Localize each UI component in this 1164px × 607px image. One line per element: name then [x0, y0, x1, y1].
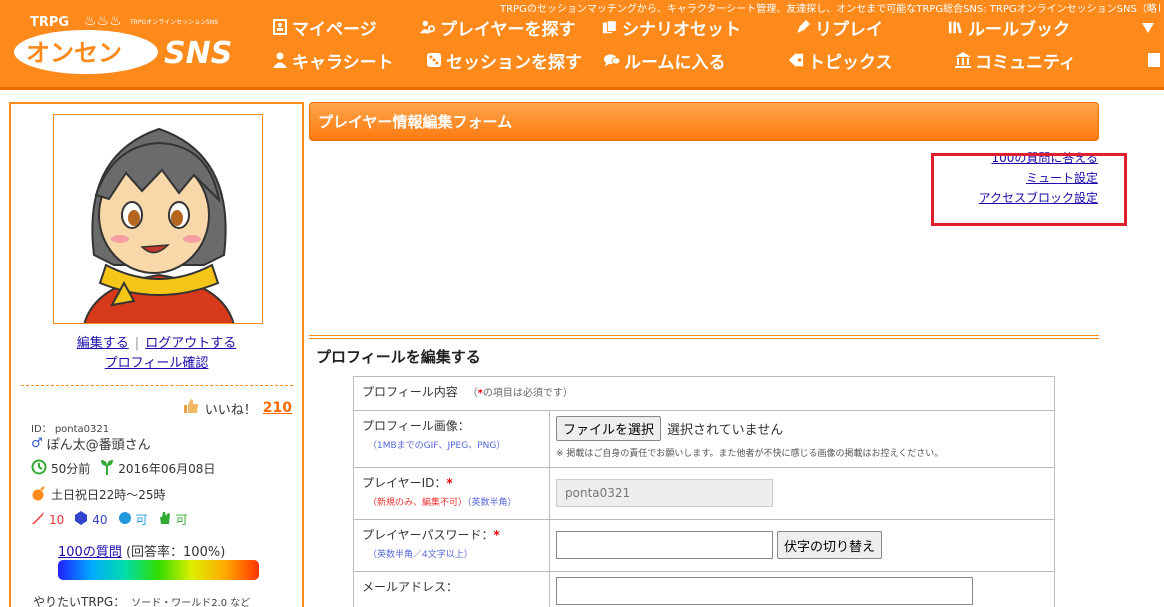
answer-rate: (回答率：100%) — [125, 545, 226, 560]
required-mark: * — [446, 476, 453, 490]
last-login: 50分前 — [51, 462, 91, 476]
join-date: 2016年06月08日 — [118, 462, 216, 476]
svg-text:♨♨♨: ♨♨♨ — [84, 13, 122, 29]
required-mark: * — [493, 528, 500, 542]
sidebar-divider — [21, 385, 293, 386]
building-icon — [955, 52, 971, 68]
email-input[interactable] — [556, 577, 973, 605]
person-icon — [272, 52, 288, 68]
stat-voice: 可 — [135, 513, 148, 527]
stats-row: 10 40 可 可 — [31, 511, 188, 528]
profile-image-hint: （1MBまでのGIF、JPEG、PNG） — [368, 441, 506, 451]
section-title: プロフィールを編集する — [316, 348, 481, 366]
people-search-icon — [420, 19, 436, 35]
nav-topics[interactable]: トピックス — [788, 48, 893, 73]
edit-profile-link[interactable]: 編集する — [77, 336, 129, 351]
hundred-questions: 100の質問 (回答率：100%) — [58, 541, 225, 560]
avatar-illustration — [83, 127, 235, 323]
books-icon — [948, 19, 964, 35]
site-logo[interactable]: TRPG ♨♨♨ TRPGオンラインセッションSNS オンセン SNS — [12, 6, 248, 80]
site-header: TRPGのセッションマッチングから、キャラクターシート管理、友達探し、オンセまで… — [0, 0, 1164, 90]
player-name: ♂ ぽん太@番頭さん — [31, 436, 151, 453]
table-row: プロフィール画像： （1MBまでのGIF、JPEG、PNG） ファイルを選択 選… — [353, 410, 1055, 468]
nav-community[interactable]: コミュニティ — [955, 48, 1076, 73]
highlight-box — [931, 153, 1127, 226]
view-profile-link[interactable]: プロフィール確認 — [105, 356, 209, 371]
toggle-mask-button[interactable]: 伏字の切り替え — [777, 531, 883, 559]
site-tagline: TRPGのセッションマッチングから、キャラクターシート管理、友達探し、オンセまで… — [500, 4, 1160, 14]
table-row: プレイヤーID：* （新規のみ、編集不可）（英数半角） — [353, 467, 1055, 520]
section-divider — [309, 335, 1099, 339]
tag-icon — [788, 52, 804, 68]
nav-find-sessions[interactable]: セッションを探す — [426, 48, 582, 73]
logo-sns-text: SNS — [164, 36, 232, 71]
answer-rate-bar — [58, 560, 259, 580]
stat-sword: 10 — [49, 512, 65, 527]
nav-rulebook[interactable]: ルールブック — [948, 15, 1070, 40]
bomb-icon — [31, 485, 47, 504]
logo-main-text: オンセン — [26, 39, 122, 67]
hand-icon — [158, 511, 172, 528]
nav-enter-room[interactable]: ルームに入る — [604, 48, 726, 73]
clock-icon — [31, 459, 47, 478]
email-label: メールアドレス： — [362, 580, 459, 594]
sword-icon — [31, 511, 45, 528]
form-title: プレイヤー情報編集フォーム — [309, 102, 1099, 141]
cards-icon — [602, 19, 618, 35]
profile-actions: 編集する | ログアウトする プロフィール確認 — [76, 336, 237, 371]
file-status: 選択されていません — [667, 423, 784, 438]
table-row: プレイヤーパスワード：* （英数半角／4文字以上） 伏字の切り替え — [353, 519, 1055, 572]
male-icon: ♂ — [31, 436, 43, 451]
pen-icon — [795, 19, 811, 35]
activity-row: 50分前 2016年06月08日 — [31, 459, 215, 478]
profile-card-icon — [272, 19, 288, 35]
likes-label: いいね！ — [204, 402, 257, 418]
player-password-input[interactable] — [556, 531, 773, 559]
hundred-questions-link[interactable]: 100の質問 — [58, 545, 122, 560]
nav-scenario-sets[interactable]: シナリオセット — [602, 15, 741, 40]
sprout-icon — [100, 459, 114, 478]
player-password-hint: （英数半角／4文字以上） — [368, 550, 473, 560]
nav-find-players[interactable]: プレイヤーを探す — [420, 15, 576, 40]
player-id-input[interactable] — [556, 479, 773, 507]
dice-icon — [426, 52, 442, 68]
profile-sidebar: 編集する | ログアウトする プロフィール確認 いいね！ 210 ID： ponta… — [9, 102, 304, 607]
player-password-label: プレイヤーパスワード： — [362, 528, 494, 542]
thumbs-up-icon[interactable] — [183, 398, 199, 418]
nav-extra-2-icon[interactable] — [1146, 48, 1164, 72]
player-id-label: プレイヤーID： — [362, 476, 447, 490]
player-id: ID： ponta0321 — [31, 424, 110, 435]
profile-image-label: プロフィール画像： — [362, 419, 470, 433]
nav-replay[interactable]: リプレイ — [795, 15, 883, 40]
voice-chat-icon — [118, 511, 132, 528]
player-id-hint-2: （英数半角） — [467, 498, 517, 508]
table-row: メールアドレス： — [353, 571, 1055, 607]
nav-extra-1-icon[interactable] — [1140, 15, 1160, 39]
chat-icon — [604, 52, 620, 68]
d20-dice-icon — [74, 511, 88, 528]
likes-counter: いいね！ 210 — [183, 398, 292, 418]
logo-sub-text: TRPGオンラインセッションSNS — [129, 19, 218, 26]
required-note: （*の項目は必須です） — [467, 388, 573, 399]
avatar[interactable] — [53, 114, 263, 324]
logout-link[interactable]: ログアウトする — [145, 336, 236, 351]
likes-count[interactable]: 210 — [263, 400, 292, 416]
schedule-row: 土日祝日22時～25時 — [31, 485, 166, 504]
image-posting-note: ※ 掲載はご自身の責任でお願いします。また他者が不快に感じる画像の掲載はお控えく… — [556, 449, 944, 459]
nav-character-sheet[interactable]: キャラシート — [272, 48, 394, 73]
wanted-trpg: やりたいTRPG： ソード・ワールド2.0 など — [33, 595, 251, 607]
logo-trpg-text: TRPG — [30, 15, 69, 30]
play-schedule: 土日祝日22時～25時 — [51, 488, 166, 502]
table-row: プロフィール内容 （*の項目は必須です） — [353, 376, 1055, 411]
choose-file-button[interactable]: ファイルを選択 — [556, 416, 662, 441]
form-header-label: プロフィール内容 — [362, 385, 458, 399]
nav-mypage[interactable]: マイページ — [272, 15, 377, 40]
stat-hand: 可 — [175, 513, 188, 527]
profile-form-table: プロフィール内容 （*の項目は必須です） プロフィール画像： （1MBまでのGI… — [353, 376, 1055, 607]
player-id-hint-1: （新規のみ、編集不可） — [368, 498, 468, 508]
stat-dice: 40 — [92, 512, 108, 527]
